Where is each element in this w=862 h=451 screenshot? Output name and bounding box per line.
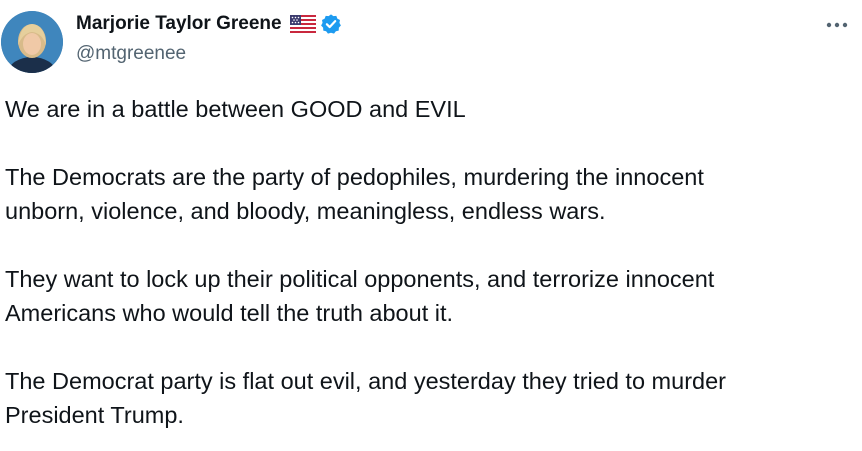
tweet-line: Americans who would tell the truth about… bbox=[5, 300, 454, 326]
verified-badge-icon[interactable] bbox=[320, 13, 342, 35]
avatar-image bbox=[1, 11, 63, 73]
avatar[interactable] bbox=[1, 11, 63, 73]
tweet-line: President Trump. bbox=[5, 402, 184, 428]
tweet-paragraph: The Democrats are the party of pedophile… bbox=[5, 160, 855, 228]
more-options-button[interactable] bbox=[820, 12, 854, 38]
tweet-paragraph: They want to lock up their political opp… bbox=[5, 262, 855, 330]
tweet-line: We are in a battle between GOOD and EVIL bbox=[5, 96, 466, 122]
author-name-row: Marjorie Taylor Greene bbox=[76, 12, 342, 36]
tweet-line: unborn, violence, and bloody, meaningles… bbox=[5, 198, 606, 224]
tweet-text: We are in a battle between GOOD and EVIL… bbox=[5, 92, 855, 432]
us-flag-icon bbox=[289, 15, 316, 33]
tweet-paragraph: The Democrat party is flat out evil, and… bbox=[5, 364, 855, 432]
author-handle[interactable]: @mtgreenee bbox=[76, 43, 186, 65]
tweet-paragraph: We are in a battle between GOOD and EVIL bbox=[5, 92, 855, 126]
more-options-icon bbox=[826, 22, 848, 28]
tweet-line: The Democrat party is flat out evil, and… bbox=[5, 368, 726, 394]
tweet-card: Marjorie Taylor Greene @mtgreenee We are… bbox=[0, 0, 862, 451]
display-name[interactable]: Marjorie Taylor Greene bbox=[76, 13, 282, 35]
tweet-line: They want to lock up their political opp… bbox=[5, 266, 715, 292]
tweet-line: The Democrats are the party of pedophile… bbox=[5, 164, 704, 190]
